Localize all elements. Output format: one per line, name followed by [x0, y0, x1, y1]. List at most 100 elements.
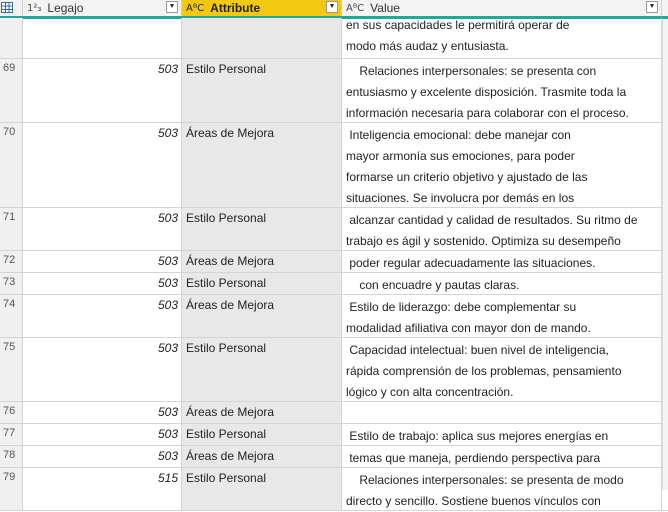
attribute-cell[interactable]: Áreas de Mejora — [182, 402, 342, 423]
column-title-attribute: Attribute — [210, 1, 261, 15]
value-text: temas que maneja, perdiendo perspectiva … — [346, 448, 600, 469]
value-cell[interactable]: Estilo de liderazgo: debe complementar s… — [342, 295, 662, 337]
legajo-cell[interactable] — [23, 18, 182, 58]
filter-dropdown-icon[interactable]: ▼ — [326, 1, 338, 13]
value-cell[interactable]: Capacidad intelectual: buen nivel de int… — [342, 338, 662, 401]
value-line: modalidad afiliativa con mayor don de ma… — [346, 321, 591, 335]
table-row[interactable]: 70 503 Áreas de Mejora Inteligencia emocio… — [0, 123, 668, 208]
row-index: 70 — [3, 126, 16, 138]
legajo-value: 503 — [157, 449, 178, 463]
table-row[interactable]: 69 503 Estilo Personal Relaciones interper… — [0, 59, 668, 123]
value-line: rápida comprensión de los problemas, pen… — [346, 364, 622, 378]
attribute-cell[interactable]: Estilo Personal — [182, 208, 342, 250]
value-cell[interactable]: Inteligencia emocional: debe manejar con… — [342, 123, 662, 207]
table-row[interactable]: en sus capacidades le permitirá operar d… — [0, 18, 668, 59]
value-text: Relaciones interpersonales: se presenta … — [346, 470, 624, 512]
value-cell[interactable]: alcanzar cantidad y calidad de resultado… — [342, 208, 662, 250]
value-cell[interactable]: Estilo de trabajo: aplica sus mejores en… — [342, 424, 662, 445]
value-cell[interactable]: temas que maneja, perdiendo perspectiva … — [342, 446, 662, 467]
column-header-legajo[interactable]: 1²₃ Legajo ▼ — [23, 0, 182, 16]
legajo-cell[interactable]: 503 — [23, 338, 182, 401]
text-type-icon[interactable]: AᴮC — [346, 3, 364, 14]
attribute-value: Áreas de Mejora — [186, 449, 275, 463]
attribute-cell[interactable]: Estilo Personal — [182, 338, 342, 401]
whole-number-type-icon[interactable]: 1²₃ — [27, 3, 41, 14]
row-index-cell[interactable]: 74 — [0, 295, 23, 337]
attribute-cell[interactable]: Estilo Personal — [182, 59, 342, 122]
legajo-cell[interactable]: 503 — [23, 123, 182, 207]
row-index-cell[interactable]: 79 — [0, 468, 23, 510]
legajo-value: 503 — [157, 254, 178, 268]
row-index: 77 — [3, 427, 16, 439]
vertical-scrollbar[interactable] — [662, 19, 668, 490]
attribute-value: Estilo Personal — [186, 427, 267, 441]
value-cell[interactable]: con encuadre y pautas claras. — [342, 273, 662, 294]
table-row[interactable]: 76 503 Áreas de Mejora — [0, 402, 668, 424]
attribute-cell[interactable] — [182, 18, 342, 58]
row-index: 79 — [3, 471, 16, 483]
legajo-value: 503 — [157, 62, 178, 76]
table-row[interactable]: 74 503 Áreas de Mejora Estilo de liderazgo… — [0, 295, 668, 338]
table-menu-button[interactable] — [0, 0, 23, 16]
row-index: 74 — [3, 298, 16, 310]
legajo-cell[interactable]: 503 — [23, 59, 182, 122]
value-cell[interactable]: Relaciones interpersonales: se presenta … — [342, 468, 662, 510]
row-index-cell[interactable]: 76 — [0, 402, 23, 423]
value-line: entusiasmo y excelente disposición. Tras… — [346, 85, 627, 99]
table-row[interactable]: 75 503 Estilo Personal Capacidad intelectu… — [0, 338, 668, 402]
attribute-value: Estilo Personal — [186, 211, 267, 225]
legajo-cell[interactable]: 503 — [23, 295, 182, 337]
column-header-attribute[interactable]: AᴮC Attribute ▼ — [182, 0, 342, 16]
attribute-cell[interactable]: Áreas de Mejora — [182, 123, 342, 207]
attribute-cell[interactable]: Áreas de Mejora — [182, 295, 342, 337]
text-type-icon[interactable]: AᴮC — [186, 3, 204, 14]
filter-dropdown-icon[interactable]: ▼ — [646, 1, 658, 13]
value-text: Capacidad intelectual: buen nivel de int… — [346, 340, 622, 403]
table-row[interactable]: 77 503 Estilo Personal Estilo de trabajo: … — [0, 424, 668, 446]
row-index-cell[interactable]: 72 — [0, 251, 23, 272]
attribute-cell[interactable]: Áreas de Mejora — [182, 446, 342, 467]
attribute-cell[interactable]: Estilo Personal — [182, 424, 342, 445]
attribute-cell[interactable]: Áreas de Mejora — [182, 251, 342, 272]
legajo-cell[interactable]: 503 — [23, 402, 182, 423]
value-cell[interactable]: Relaciones interpersonales: se presenta … — [342, 59, 662, 122]
value-cell[interactable]: poder regular adecuadamente las situacio… — [342, 251, 662, 272]
column-header-value[interactable]: AᴮC Value ▼ — [342, 0, 662, 16]
row-index-cell[interactable]: 69 — [0, 59, 23, 122]
table-row[interactable]: 71 503 Estilo Personal alcanzar cantidad y… — [0, 208, 668, 251]
table-row[interactable]: 78 503 Áreas de Mejora temas que maneja, p… — [0, 446, 668, 468]
legajo-cell[interactable]: 503 — [23, 424, 182, 445]
legajo-cell[interactable]: 503 — [23, 446, 182, 467]
value-cell[interactable]: en sus capacidades le permitirá operar d… — [342, 18, 662, 58]
row-index-cell[interactable]: 77 — [0, 424, 23, 445]
legajo-value: 503 — [157, 126, 178, 140]
row-index-cell[interactable]: 70 — [0, 123, 23, 207]
value-line: Inteligencia emocional: debe manejar con — [346, 128, 571, 142]
attribute-cell[interactable]: Estilo Personal — [182, 468, 342, 510]
value-line: con encuadre y pautas claras. — [346, 278, 520, 292]
value-line: trabajo es ágil y sostenido. Optimiza su… — [346, 234, 621, 248]
row-index: 69 — [3, 62, 16, 74]
column-title-legajo: Legajo — [47, 1, 84, 15]
legajo-cell[interactable]: 503 — [23, 208, 182, 250]
attribute-cell[interactable]: Estilo Personal — [182, 273, 342, 294]
table-row[interactable]: 73 503 Estilo Personal con encuadre y paut… — [0, 273, 668, 295]
row-index-cell[interactable]: 71 — [0, 208, 23, 250]
row-index-cell[interactable]: 75 — [0, 338, 23, 401]
table-row[interactable]: 72 503 Áreas de Mejora poder regular adecu… — [0, 251, 668, 273]
row-index: 71 — [3, 211, 16, 223]
filter-dropdown-icon[interactable]: ▼ — [166, 1, 178, 13]
row-index-cell[interactable]: 73 — [0, 273, 23, 294]
value-cell[interactable] — [342, 402, 662, 423]
attribute-value: Estilo Personal — [186, 471, 267, 485]
value-line: poder regular adecuadamente las situacio… — [346, 256, 596, 270]
legajo-value: 503 — [157, 427, 178, 441]
legajo-cell[interactable]: 515 — [23, 468, 182, 510]
legajo-cell[interactable]: 503 — [23, 273, 182, 294]
row-index-cell[interactable] — [0, 18, 23, 58]
row-index: 73 — [3, 276, 16, 288]
legajo-cell[interactable]: 503 — [23, 251, 182, 272]
value-text: Estilo de trabajo: aplica sus mejores en… — [346, 426, 608, 447]
row-index-cell[interactable]: 78 — [0, 446, 23, 467]
value-line: temas que maneja, perdiendo perspectiva … — [346, 451, 601, 465]
